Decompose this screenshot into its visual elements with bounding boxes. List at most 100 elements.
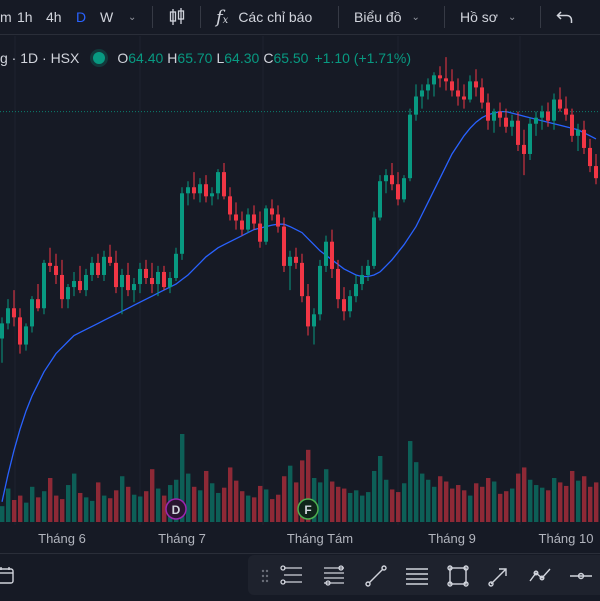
volume-bar: [54, 495, 59, 522]
volume-bar: [486, 478, 491, 522]
candle-body: [216, 172, 220, 194]
candle-body: [192, 187, 196, 194]
candle-body: [108, 256, 112, 263]
interval-m[interactable]: m: [0, 0, 12, 34]
fx-icon: fx: [216, 6, 229, 28]
indicators-button[interactable]: fx Các chỉ báo: [216, 0, 312, 34]
volume-bar: [510, 488, 515, 522]
candle-body: [540, 111, 544, 118]
candle-body: [264, 208, 268, 242]
symbol-info[interactable]: g · 1D · HSX: [0, 50, 79, 66]
horizontal-lines-icon[interactable]: [404, 563, 430, 589]
time-axis-label: Tháng 7: [158, 531, 206, 546]
candle-body: [54, 265, 58, 275]
time-axis-label: Tháng Tám: [287, 531, 353, 546]
earnings-marker[interactable]: F: [297, 498, 319, 520]
volume-bar: [84, 497, 89, 522]
open-value: 64.40: [128, 50, 164, 66]
candle-body: [294, 256, 298, 263]
volume-bar: [396, 492, 401, 522]
interval-4h[interactable]: 4h: [46, 0, 62, 34]
candle-body: [498, 111, 502, 118]
candle-body: [24, 326, 28, 345]
candle-body: [504, 117, 508, 127]
candle-body: [60, 274, 64, 300]
volume-bar: [204, 470, 209, 522]
volume-bar: [432, 486, 437, 522]
volume-bar: [498, 493, 503, 522]
candle-body: [414, 96, 418, 115]
candle-body: [240, 220, 244, 230]
volume-bar: [228, 467, 233, 522]
trend-line-icon[interactable]: [363, 563, 389, 589]
volume-bar: [402, 483, 407, 522]
volume-bar: [126, 486, 131, 522]
volume-bar: [234, 480, 239, 522]
undo-button[interactable]: [556, 0, 574, 34]
price-chart[interactable]: D F Tháng 6 Tháng 7 Tháng Tám Tháng 9 Tháng 10: [0, 0, 600, 600]
candle-body: [300, 262, 304, 297]
candle-body: [102, 256, 106, 275]
volume-bar: [240, 491, 245, 522]
volume-bar: [90, 500, 95, 522]
volume-bar: [270, 499, 275, 522]
interval-dropdown-icon[interactable]: ⌄: [128, 0, 136, 34]
arrow-icon[interactable]: [486, 563, 512, 589]
volume-bar: [246, 495, 251, 522]
candle-body: [354, 284, 358, 297]
polyline-icon[interactable]: [527, 563, 553, 589]
volume-bar: [30, 486, 35, 522]
volume-bar: [222, 487, 227, 522]
interval-1h[interactable]: 1h: [17, 0, 33, 34]
volume-bar: [426, 479, 431, 522]
volume-bar: [342, 488, 347, 522]
interval-w[interactable]: W: [100, 0, 113, 34]
volume-bar: [156, 488, 161, 522]
volume-bar: [462, 490, 467, 522]
horizontal-line-icon[interactable]: [568, 563, 594, 589]
toolbar-divider: [338, 6, 339, 28]
volume-bar: [150, 469, 155, 522]
fib-retracement-icon[interactable]: [279, 563, 305, 589]
date-range-button[interactable]: [0, 564, 16, 591]
candle-body: [528, 123, 532, 154]
volume-bar: [480, 486, 485, 522]
charts-menu-button[interactable]: Biểu đồ ⌄: [354, 0, 420, 34]
candle-body: [114, 262, 118, 288]
candle-body: [78, 281, 82, 291]
candle-body: [270, 208, 274, 215]
market-status-dot: [93, 52, 106, 64]
profile-label: Hồ sơ: [460, 9, 498, 25]
candle-body: [582, 129, 586, 148]
toolbar-divider: [152, 6, 153, 28]
chart-type-button[interactable]: [166, 0, 188, 34]
volume-bar: [120, 476, 125, 522]
candle-body: [588, 147, 592, 167]
candle-body: [450, 81, 454, 91]
volume-bar: [372, 470, 377, 522]
chevron-down-icon: ⌄: [411, 11, 420, 23]
candle-body: [444, 78, 448, 82]
volume-bar: [558, 482, 563, 522]
candle-body: [84, 274, 88, 291]
time-axis-label: Tháng 9: [428, 531, 476, 546]
candle-body: [492, 111, 496, 121]
candle-body: [390, 175, 394, 185]
close-label: C: [263, 50, 274, 66]
candle-body: [126, 274, 130, 291]
drag-handle-icon[interactable]: [252, 563, 269, 589]
volume-bar: [138, 496, 143, 522]
profile-menu-button[interactable]: Hồ sơ ⌄: [460, 0, 516, 34]
volume-bar: [336, 486, 341, 522]
gann-fan-icon[interactable]: [321, 563, 347, 589]
interval-d[interactable]: D: [76, 0, 86, 34]
rectangle-icon[interactable]: [445, 563, 471, 589]
volume-bar: [324, 469, 329, 522]
dividend-marker[interactable]: D: [165, 498, 187, 520]
toolbar-divider: [540, 6, 541, 28]
chevron-down-icon: ⌄: [507, 11, 517, 23]
candle-body: [378, 181, 382, 218]
candle-body: [168, 278, 172, 288]
volume-bar: [474, 483, 479, 522]
volume-bar: [540, 487, 545, 522]
